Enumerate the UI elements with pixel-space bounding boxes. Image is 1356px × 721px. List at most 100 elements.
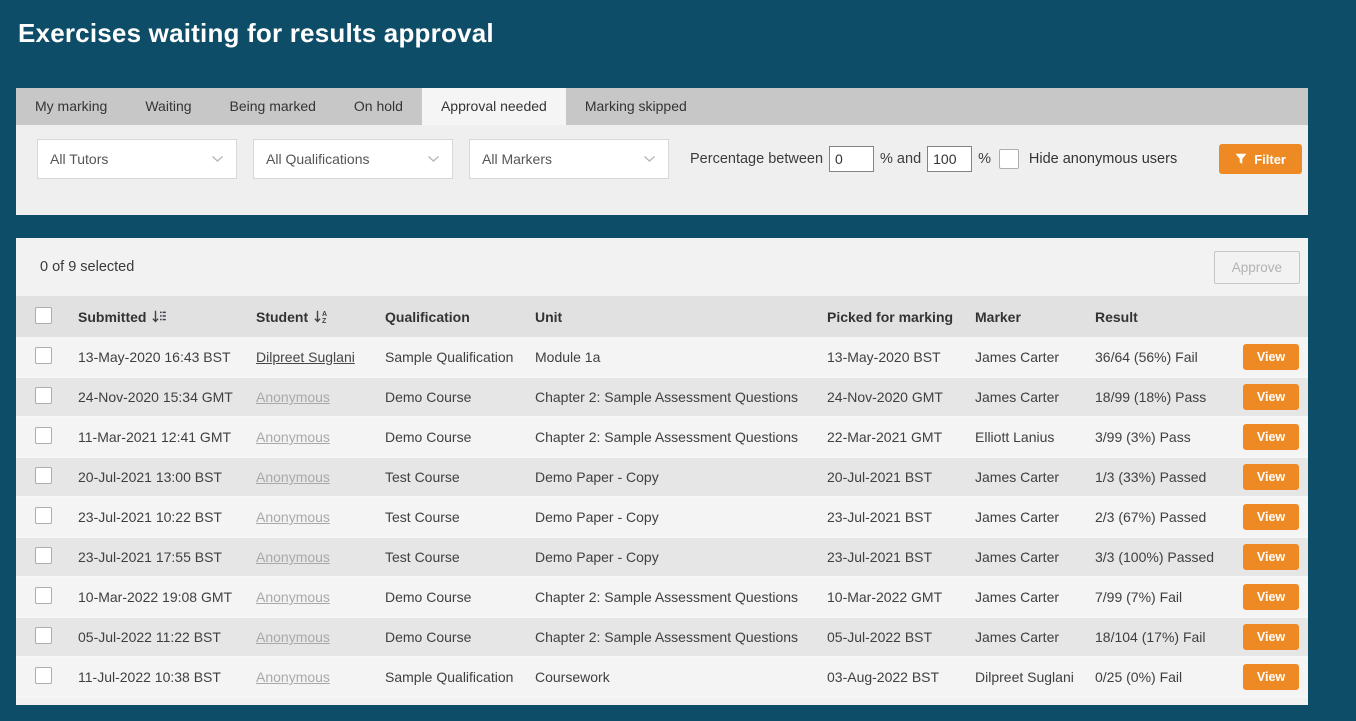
table-row: 23-Jul-2021 17:55 BST Anonymous Test Cou… — [16, 537, 1308, 577]
result-cell: 36/64 (56%) Fail — [1095, 348, 1198, 365]
picked-cell: 23-Jul-2021 BST — [827, 509, 933, 525]
picked-cell: 13-May-2020 BST — [827, 348, 941, 365]
student-link[interactable]: Anonymous — [256, 549, 330, 565]
percent-and-label: % and — [880, 151, 922, 167]
column-header-unit[interactable]: Unit — [525, 296, 817, 337]
view-button[interactable]: View — [1243, 343, 1299, 370]
tab-on-hold[interactable]: On hold — [335, 88, 422, 125]
submitted-cell: 23-Jul-2021 17:55 BST — [78, 549, 222, 565]
view-button[interactable]: View — [1243, 424, 1299, 450]
submitted-cell: 05-Jul-2022 11:22 BST — [78, 629, 221, 645]
unit-cell: Chapter 2: Sample Assessment Questions — [535, 629, 799, 645]
approve-button[interactable]: Approve — [1213, 250, 1300, 284]
percentage-max-input[interactable] — [927, 146, 973, 172]
table-row: 11-Jul-2022 10:38 BST Anonymous Sample Q… — [16, 657, 1308, 697]
student-link[interactable]: Anonymous — [256, 509, 330, 525]
percentage-label: Percentage between — [690, 151, 824, 167]
view-button[interactable]: View — [1243, 584, 1299, 610]
results-panel: 0 of 9 selected Approve Submitted Studen… — [16, 238, 1308, 705]
column-header-result[interactable]: Result — [1085, 296, 1233, 337]
hide-anonymous-group: Hide anonymous users — [998, 149, 1177, 169]
qualifications-dropdown[interactable]: All Qualifications — [253, 139, 453, 179]
column-header-qualification[interactable]: Qualification — [375, 296, 525, 337]
column-header-picked[interactable]: Picked for marking — [817, 296, 965, 337]
result-cell: 0/25 (0%) Fail — [1095, 669, 1183, 685]
picked-cell: 22-Mar-2021 GMT — [827, 429, 943, 445]
qualification-cell: Demo Course — [385, 629, 472, 645]
unit-cell: Module 1a — [535, 348, 601, 365]
tab-marking-skipped[interactable]: Marking skipped — [566, 88, 706, 125]
tutors-dropdown-value: All Tutors — [50, 151, 109, 167]
submitted-cell: 24-Nov-2020 15:34 GMT — [78, 389, 233, 405]
tab-my-marking[interactable]: My marking — [16, 88, 126, 125]
tab-approval-needed[interactable]: Approval needed — [421, 88, 566, 125]
qualification-cell: Sample Qualification — [385, 669, 514, 685]
student-link[interactable]: Anonymous — [256, 429, 330, 445]
marker-cell: James Carter — [975, 509, 1060, 525]
marker-cell: James Carter — [975, 469, 1060, 485]
table-row: 20-Jul-2021 13:00 BST Anonymous Test Cou… — [16, 457, 1308, 497]
qualification-cell: Sample Qualification — [385, 348, 514, 365]
view-button[interactable]: View — [1243, 504, 1299, 530]
filter-panel: All Tutors All Qualifications All Marker… — [16, 125, 1308, 215]
marker-cell: James Carter — [975, 549, 1060, 565]
marker-cell: James Carter — [975, 348, 1060, 365]
row-checkbox[interactable] — [35, 467, 52, 484]
tutors-dropdown[interactable]: All Tutors — [37, 139, 237, 179]
student-link[interactable]: Anonymous — [256, 469, 330, 485]
percent-label: % — [978, 151, 992, 167]
page-title: Exercises waiting for results approval — [18, 18, 494, 48]
filter-button-label: Filter — [1254, 151, 1286, 167]
view-button[interactable]: View — [1243, 464, 1299, 490]
unit-cell: Chapter 2: Sample Assessment Questions — [535, 389, 799, 405]
selection-summary: 0 of 9 selected — [40, 259, 135, 275]
qualification-cell: Test Course — [385, 469, 460, 485]
row-checkbox[interactable] — [35, 667, 52, 684]
table-row: 23-Jul-2021 10:22 BST Anonymous Test Cou… — [16, 497, 1308, 537]
results-table: Submitted Student A Z Qualification Unit… — [16, 296, 1308, 698]
picked-cell: 24-Nov-2020 GMT — [827, 389, 943, 405]
submitted-cell: 11-Mar-2021 12:41 GMT — [78, 429, 232, 445]
view-button[interactable]: View — [1243, 544, 1299, 570]
table-header-row: Submitted Student A Z Qualification Unit… — [16, 296, 1308, 337]
tab-being-marked[interactable]: Being marked — [211, 88, 335, 125]
table-row: 05-Jul-2022 11:22 BST Anonymous Demo Cou… — [16, 617, 1308, 657]
tab-waiting[interactable]: Waiting — [126, 88, 210, 125]
unit-cell: Chapter 2: Sample Assessment Questions — [535, 429, 799, 445]
column-header-marker[interactable]: Marker — [965, 296, 1085, 337]
student-link[interactable]: Anonymous — [256, 629, 330, 645]
submitted-cell: 10-Mar-2022 19:08 GMT — [78, 589, 233, 605]
row-checkbox[interactable] — [35, 387, 52, 404]
row-checkbox[interactable] — [35, 547, 52, 564]
select-all-checkbox[interactable] — [35, 306, 52, 324]
view-button[interactable]: View — [1243, 384, 1299, 410]
hide-anonymous-checkbox[interactable] — [998, 149, 1019, 169]
filter-funnel-icon — [1235, 153, 1247, 164]
student-link[interactable]: Anonymous — [256, 589, 330, 605]
markers-dropdown[interactable]: All Markers — [469, 139, 669, 179]
column-header-submitted[interactable]: Submitted — [68, 296, 246, 337]
row-checkbox[interactable] — [35, 587, 52, 604]
svg-text:A: A — [322, 311, 327, 318]
qualification-cell: Demo Course — [385, 389, 472, 405]
percentage-min-input[interactable] — [829, 146, 875, 172]
table-row: 11-Mar-2021 12:41 GMT Anonymous Demo Cou… — [16, 417, 1308, 457]
marker-cell: James Carter — [975, 389, 1060, 405]
view-button[interactable]: View — [1243, 664, 1299, 690]
row-checkbox[interactable] — [35, 346, 52, 364]
student-link[interactable]: Dilpreet Suglani — [256, 349, 355, 365]
student-link[interactable]: Anonymous — [256, 669, 330, 685]
column-header-student[interactable]: Student A Z — [246, 296, 375, 337]
row-checkbox[interactable] — [35, 507, 52, 524]
result-cell: 3/3 (100%) Passed — [1095, 549, 1215, 565]
unit-cell: Demo Paper - Copy — [535, 549, 659, 565]
chevron-down-icon — [212, 155, 223, 162]
unit-cell: Coursework — [535, 669, 610, 685]
filter-button[interactable]: Filter — [1219, 144, 1302, 174]
view-button[interactable]: View — [1243, 624, 1299, 650]
row-checkbox[interactable] — [35, 627, 52, 644]
svg-text:Z: Z — [322, 318, 327, 323]
student-link[interactable]: Anonymous — [256, 389, 330, 405]
chevron-down-icon — [644, 155, 655, 162]
row-checkbox[interactable] — [35, 427, 52, 444]
